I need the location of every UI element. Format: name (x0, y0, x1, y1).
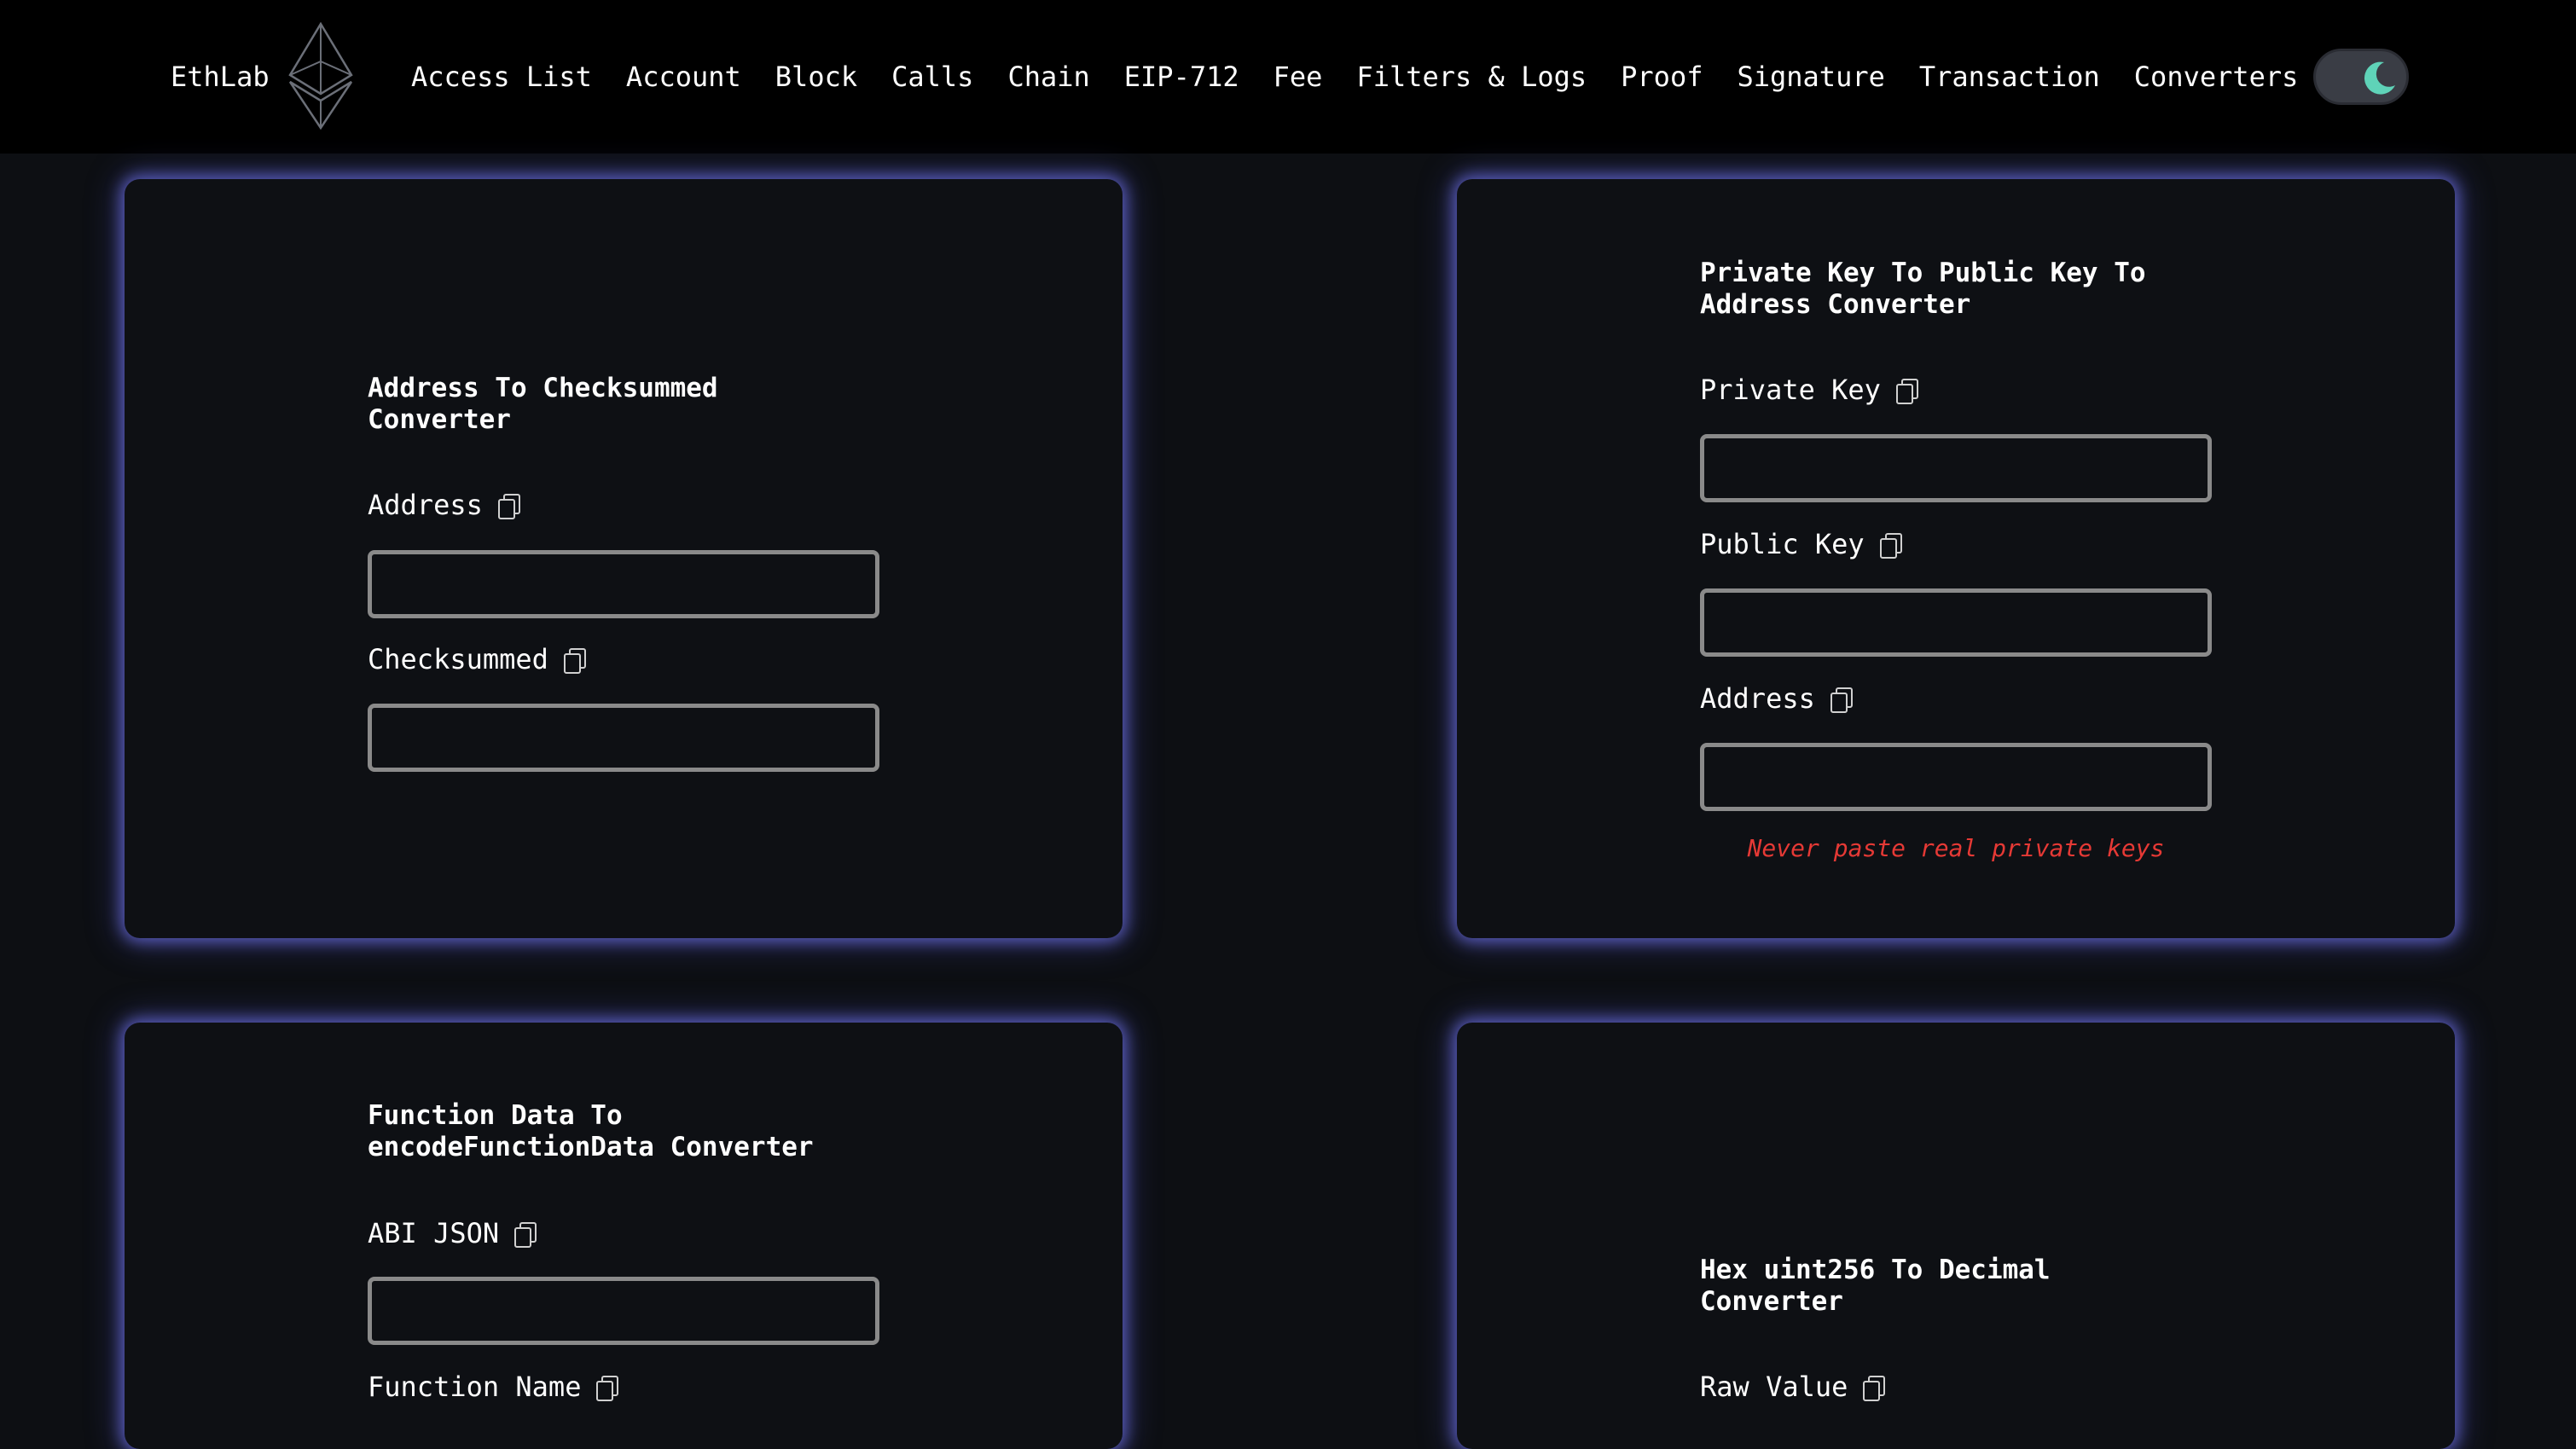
address-label: Address (1700, 681, 1853, 716)
card-title: Function Data To encodeFunctionData Conv… (368, 1100, 814, 1162)
nav-item-converters[interactable]: Converters (2134, 61, 2299, 93)
copy-icon[interactable] (563, 648, 586, 674)
address-label: Address (368, 488, 520, 522)
public-key-label: Public Key (1700, 527, 1902, 561)
function-name-label: Function Name (368, 1370, 619, 1404)
field-label-text: Function Name (368, 1371, 582, 1403)
abi-json-label: ABI JSON (368, 1216, 537, 1250)
hex-uint256-converter-card: Hex uint256 To Decimal Converter Raw Val… (1457, 1023, 2455, 1449)
copy-icon[interactable] (1863, 1376, 1886, 1401)
field-label-text: Raw Value (1700, 1371, 1848, 1403)
field-label-text: ABI JSON (368, 1217, 500, 1249)
function-data-converter-card: Function Data To encodeFunctionData Conv… (125, 1023, 1123, 1449)
copy-icon[interactable] (1830, 687, 1853, 713)
top-navigation-bar: EthLab Access List Account Block Calls C… (0, 0, 2576, 154)
private-key-label: Private Key (1700, 373, 1918, 407)
field-label-text: Address (1700, 682, 1815, 715)
checksummed-input[interactable] (368, 704, 879, 772)
field-label-text: Checksummed (368, 643, 548, 675)
nav-item-filters-logs[interactable]: Filters & Logs (1356, 61, 1587, 93)
public-key-input[interactable] (1700, 588, 2212, 657)
card-title: Address To Checksummed Converter (368, 373, 718, 435)
private-key-warning: Never paste real private keys (1747, 834, 2165, 862)
abi-json-input[interactable] (368, 1277, 879, 1345)
moon-icon (2364, 61, 2395, 95)
nav-item-block[interactable]: Block (775, 61, 857, 93)
private-key-input[interactable] (1700, 434, 2212, 502)
private-key-converter-card: Private Key To Public Key To Address Con… (1457, 179, 2455, 938)
address-input[interactable] (368, 550, 879, 618)
address-output-input[interactable] (1700, 743, 2212, 811)
brand-name[interactable]: EthLab (171, 51, 270, 102)
raw-value-label: Raw Value (1700, 1370, 1886, 1404)
copy-icon[interactable] (1895, 379, 1918, 404)
field-label-text: Public Key (1700, 528, 1865, 560)
field-label-text: Address (368, 489, 483, 521)
nav-item-proof[interactable]: Proof (1621, 61, 1703, 93)
copy-icon[interactable] (1879, 533, 1902, 559)
checksum-converter-card: Address To Checksummed Converter Address… (125, 179, 1123, 938)
nav-item-account[interactable]: Account (626, 61, 741, 93)
card-title: Private Key To Public Key To Address Con… (1700, 258, 2146, 320)
copy-icon[interactable] (514, 1222, 537, 1248)
nav-item-calls[interactable]: Calls (891, 61, 973, 93)
nav-item-fee[interactable]: Fee (1273, 61, 1323, 93)
nav-item-eip-712[interactable]: EIP-712 (1124, 61, 1239, 93)
card-title: Hex uint256 To Decimal Converter (1700, 1255, 2051, 1317)
ethereum-diamond-icon (288, 22, 353, 130)
copy-icon[interactable] (596, 1376, 619, 1401)
nav-item-chain[interactable]: Chain (1007, 61, 1089, 93)
nav-item-signature[interactable]: Signature (1737, 61, 1884, 93)
nav-item-transaction[interactable]: Transaction (1919, 61, 2100, 93)
field-label-text: Private Key (1700, 374, 1881, 406)
copy-icon[interactable] (497, 494, 520, 519)
nav-item-access-list[interactable]: Access List (411, 61, 592, 93)
checksummed-label: Checksummed (368, 642, 586, 676)
theme-toggle[interactable] (2313, 49, 2409, 105)
main-nav: Access List Account Block Calls Chain EI… (411, 51, 2332, 102)
